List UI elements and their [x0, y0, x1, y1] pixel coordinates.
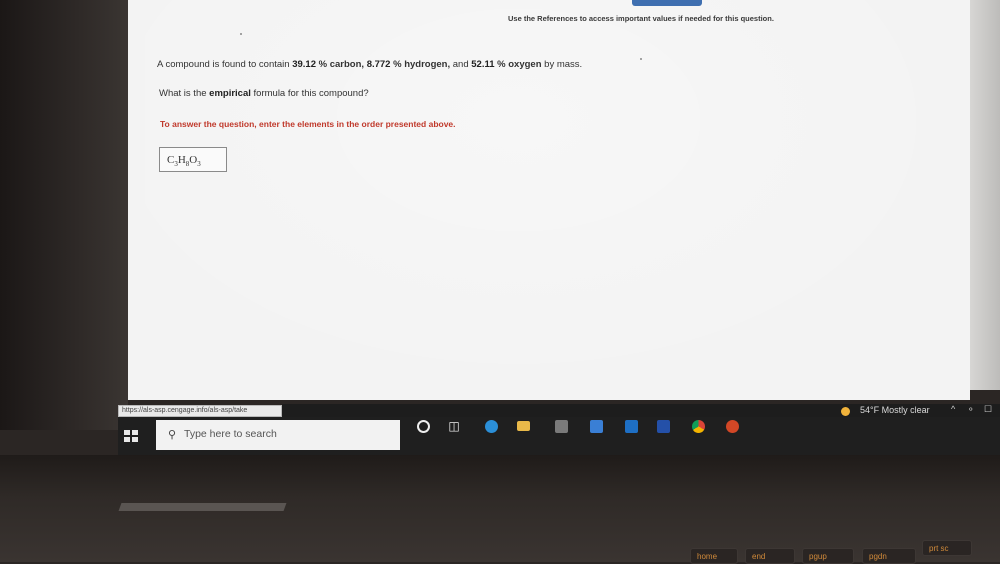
weather-status[interactable]: 54°F Mostly clear — [860, 405, 930, 415]
windows-start-icon[interactable] — [124, 430, 138, 442]
weather-icon[interactable] — [841, 407, 850, 416]
mail-icon[interactable] — [585, 417, 607, 435]
network-icon[interactable]: ⚬ — [967, 404, 975, 415]
notification-icon[interactable]: ☐ — [984, 404, 992, 415]
search-placeholder: Type here to search — [184, 428, 277, 440]
answer-instruction: To answer the question, enter the elemen… — [160, 119, 456, 129]
laptop-bezel-left — [0, 0, 128, 430]
question-prompt: What is the empirical formula for this c… — [159, 88, 369, 99]
key-prtsc: prt sc — [922, 540, 972, 556]
news-icon[interactable] — [652, 417, 674, 435]
store-icon[interactable] — [550, 417, 572, 435]
app-icon[interactable] — [620, 417, 642, 435]
chrome-icon[interactable] — [687, 417, 709, 435]
oxygen-percent: 52.11 — [471, 59, 495, 70]
references-note: Use the References to access important v… — [508, 14, 774, 23]
edge-icon[interactable] — [480, 417, 502, 435]
search-icon: ⚲ — [168, 429, 177, 441]
question-composition: A compound is found to contain 39.12 % c… — [157, 59, 583, 70]
formula-answer-field[interactable]: C3H8O3 — [159, 147, 227, 172]
hydrogen-percent: 8.772 — [366, 59, 391, 70]
powerpoint-icon[interactable] — [721, 417, 743, 435]
file-explorer-icon[interactable] — [512, 417, 534, 435]
status-url: https://als-asp.cengage.info/als-asp/tak… — [118, 405, 282, 417]
chevron-up-icon[interactable]: ^ — [951, 404, 955, 414]
references-tab[interactable] — [632, 0, 702, 6]
task-view-icon[interactable]: ◫ — [443, 417, 465, 435]
laptop-bezel-right — [970, 0, 1000, 390]
carbon-percent: 39.12 — [292, 59, 316, 70]
cortana-icon[interactable] — [412, 417, 434, 435]
